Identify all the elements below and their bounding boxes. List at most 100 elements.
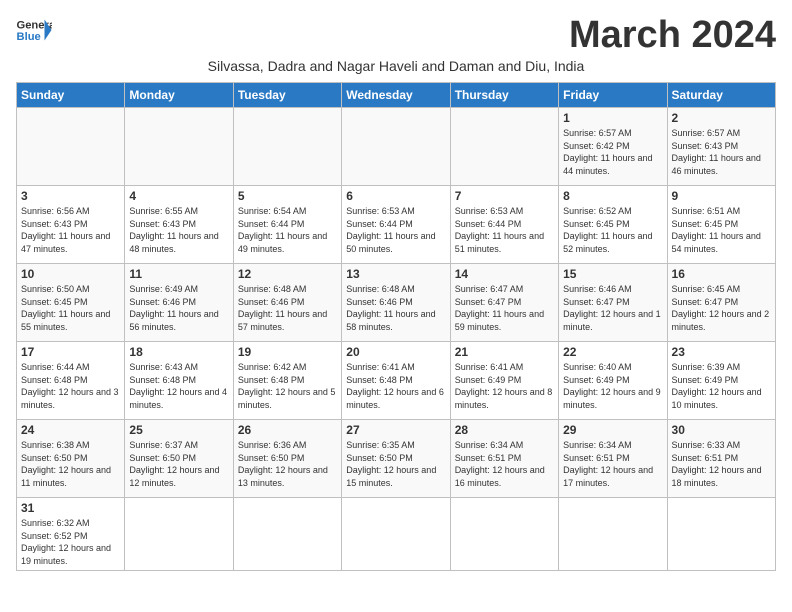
calendar-week-row: 24 Sunrise: 6:38 AM Sunset: 6:50 PM Dayli… xyxy=(17,420,776,498)
day-sun-info: Sunrise: 6:48 AM Sunset: 6:46 PM Dayligh… xyxy=(346,283,445,333)
day-number: 28 xyxy=(455,423,554,437)
day-number: 13 xyxy=(346,267,445,281)
day-number: 16 xyxy=(672,267,771,281)
month-title: March 2024 xyxy=(569,16,776,54)
day-number: 24 xyxy=(21,423,120,437)
calendar-day-cell: 11 Sunrise: 6:49 AM Sunset: 6:46 PM Dayli… xyxy=(125,264,233,342)
day-sun-info: Sunrise: 6:43 AM Sunset: 6:48 PM Dayligh… xyxy=(129,361,228,411)
calendar-day-cell xyxy=(667,498,775,571)
calendar-day-cell: 9Sunrise: 6:51 AM Sunset: 6:45 PM Daylig… xyxy=(667,186,775,264)
calendar-day-cell xyxy=(450,498,558,571)
day-number: 15 xyxy=(563,267,662,281)
day-sun-info: Sunrise: 6:48 AM Sunset: 6:46 PM Dayligh… xyxy=(238,283,337,333)
day-sun-info: Sunrise: 6:49 AM Sunset: 6:46 PM Dayligh… xyxy=(129,283,228,333)
calendar-day-cell: 3 Sunrise: 6:56 AM Sunset: 6:43 PM Daylig… xyxy=(17,186,125,264)
calendar-day-cell: 25 Sunrise: 6:37 AM Sunset: 6:50 PM Dayli… xyxy=(125,420,233,498)
calendar-subtitle: Silvassa, Dadra and Nagar Haveli and Dam… xyxy=(16,58,776,74)
calendar-day-cell xyxy=(559,498,667,571)
calendar-week-row: 1 Sunrise: 6:57 AM Sunset: 6:42 PM Daylig… xyxy=(17,108,776,186)
day-sun-info: Sunrise: 6:38 AM Sunset: 6:50 PM Dayligh… xyxy=(21,439,120,489)
day-sun-info: Sunrise: 6:41 AM Sunset: 6:48 PM Dayligh… xyxy=(346,361,445,411)
calendar-week-row: 10Sunrise: 6:50 AM Sunset: 6:45 PM Dayli… xyxy=(17,264,776,342)
calendar-day-cell: 23Sunrise: 6:39 AM Sunset: 6:49 PM Dayli… xyxy=(667,342,775,420)
day-header-monday: Monday xyxy=(125,83,233,108)
calendar-day-cell: 13 Sunrise: 6:48 AM Sunset: 6:46 PM Dayli… xyxy=(342,264,450,342)
day-sun-info: Sunrise: 6:37 AM Sunset: 6:50 PM Dayligh… xyxy=(129,439,228,489)
calendar-day-cell: 29 Sunrise: 6:34 AM Sunset: 6:51 PM Dayli… xyxy=(559,420,667,498)
calendar-day-cell xyxy=(342,108,450,186)
calendar-day-cell: 2 Sunrise: 6:57 AM Sunset: 6:43 PM Daylig… xyxy=(667,108,775,186)
calendar-day-cell: 14Sunrise: 6:47 AM Sunset: 6:47 PM Dayli… xyxy=(450,264,558,342)
day-number: 30 xyxy=(672,423,771,437)
calendar-day-cell: 24 Sunrise: 6:38 AM Sunset: 6:50 PM Dayli… xyxy=(17,420,125,498)
day-number: 23 xyxy=(672,345,771,359)
calendar-day-cell: 21Sunrise: 6:41 AM Sunset: 6:49 PM Dayli… xyxy=(450,342,558,420)
day-number: 27 xyxy=(346,423,445,437)
calendar-table: SundayMondayTuesdayWednesdayThursdayFrid… xyxy=(16,82,776,571)
day-header-thursday: Thursday xyxy=(450,83,558,108)
day-header-friday: Friday xyxy=(559,83,667,108)
day-sun-info: Sunrise: 6:36 AM Sunset: 6:50 PM Dayligh… xyxy=(238,439,337,489)
logo: General Blue xyxy=(16,16,52,44)
day-number: 3 xyxy=(21,189,120,203)
calendar-day-cell: 6 Sunrise: 6:53 AM Sunset: 6:44 PM Daylig… xyxy=(342,186,450,264)
day-number: 22 xyxy=(563,345,662,359)
day-sun-info: Sunrise: 6:56 AM Sunset: 6:43 PM Dayligh… xyxy=(21,205,120,255)
calendar-day-cell: 15Sunrise: 6:46 AM Sunset: 6:47 PM Dayli… xyxy=(559,264,667,342)
day-number: 9 xyxy=(672,189,771,203)
calendar-day-cell: 17 Sunrise: 6:44 AM Sunset: 6:48 PM Dayli… xyxy=(17,342,125,420)
day-number: 26 xyxy=(238,423,337,437)
day-number: 2 xyxy=(672,111,771,125)
calendar-day-cell xyxy=(450,108,558,186)
svg-text:Blue: Blue xyxy=(17,31,41,43)
day-number: 4 xyxy=(129,189,228,203)
day-number: 31 xyxy=(21,501,120,515)
calendar-day-cell: 27Sunrise: 6:35 AM Sunset: 6:50 PM Dayli… xyxy=(342,420,450,498)
calendar-day-cell: 16 Sunrise: 6:45 AM Sunset: 6:47 PM Dayli… xyxy=(667,264,775,342)
calendar-day-cell: 31 Sunrise: 6:32 AM Sunset: 6:52 PM Dayli… xyxy=(17,498,125,571)
day-number: 25 xyxy=(129,423,228,437)
day-number: 7 xyxy=(455,189,554,203)
calendar-day-cell: 19Sunrise: 6:42 AM Sunset: 6:48 PM Dayli… xyxy=(233,342,341,420)
calendar-day-cell: 20 Sunrise: 6:41 AM Sunset: 6:48 PM Dayli… xyxy=(342,342,450,420)
calendar-day-cell xyxy=(17,108,125,186)
day-sun-info: Sunrise: 6:53 AM Sunset: 6:44 PM Dayligh… xyxy=(455,205,554,255)
day-number: 29 xyxy=(563,423,662,437)
calendar-week-row: 17 Sunrise: 6:44 AM Sunset: 6:48 PM Dayli… xyxy=(17,342,776,420)
day-sun-info: Sunrise: 6:40 AM Sunset: 6:49 PM Dayligh… xyxy=(563,361,662,411)
day-sun-info: Sunrise: 6:32 AM Sunset: 6:52 PM Dayligh… xyxy=(21,517,120,567)
day-number: 20 xyxy=(346,345,445,359)
day-header-wednesday: Wednesday xyxy=(342,83,450,108)
day-sun-info: Sunrise: 6:53 AM Sunset: 6:44 PM Dayligh… xyxy=(346,205,445,255)
calendar-day-cell xyxy=(342,498,450,571)
calendar-day-cell: 26 Sunrise: 6:36 AM Sunset: 6:50 PM Dayli… xyxy=(233,420,341,498)
day-sun-info: Sunrise: 6:57 AM Sunset: 6:42 PM Dayligh… xyxy=(563,127,662,177)
day-number: 18 xyxy=(129,345,228,359)
day-sun-info: Sunrise: 6:34 AM Sunset: 6:51 PM Dayligh… xyxy=(455,439,554,489)
day-header-sunday: Sunday xyxy=(17,83,125,108)
day-sun-info: Sunrise: 6:57 AM Sunset: 6:43 PM Dayligh… xyxy=(672,127,771,177)
calendar-day-cell: 12 Sunrise: 6:48 AM Sunset: 6:46 PM Dayli… xyxy=(233,264,341,342)
day-number: 11 xyxy=(129,267,228,281)
calendar-day-cell xyxy=(125,108,233,186)
day-number: 12 xyxy=(238,267,337,281)
calendar-day-cell: 30 Sunrise: 6:33 AM Sunset: 6:51 PM Dayli… xyxy=(667,420,775,498)
day-sun-info: Sunrise: 6:33 AM Sunset: 6:51 PM Dayligh… xyxy=(672,439,771,489)
day-number: 5 xyxy=(238,189,337,203)
day-sun-info: Sunrise: 6:47 AM Sunset: 6:47 PM Dayligh… xyxy=(455,283,554,333)
calendar-day-cell xyxy=(125,498,233,571)
calendar-day-cell: 7 Sunrise: 6:53 AM Sunset: 6:44 PM Daylig… xyxy=(450,186,558,264)
header: General Blue March 2024 xyxy=(16,16,776,54)
day-number: 17 xyxy=(21,345,120,359)
day-number: 8 xyxy=(563,189,662,203)
day-sun-info: Sunrise: 6:42 AM Sunset: 6:48 PM Dayligh… xyxy=(238,361,337,411)
day-sun-info: Sunrise: 6:45 AM Sunset: 6:47 PM Dayligh… xyxy=(672,283,771,333)
day-number: 6 xyxy=(346,189,445,203)
calendar-day-cell: 10Sunrise: 6:50 AM Sunset: 6:45 PM Dayli… xyxy=(17,264,125,342)
day-sun-info: Sunrise: 6:34 AM Sunset: 6:51 PM Dayligh… xyxy=(563,439,662,489)
calendar-day-cell: 28 Sunrise: 6:34 AM Sunset: 6:51 PM Dayli… xyxy=(450,420,558,498)
day-sun-info: Sunrise: 6:44 AM Sunset: 6:48 PM Dayligh… xyxy=(21,361,120,411)
day-header-saturday: Saturday xyxy=(667,83,775,108)
day-number: 1 xyxy=(563,111,662,125)
day-number: 10 xyxy=(21,267,120,281)
